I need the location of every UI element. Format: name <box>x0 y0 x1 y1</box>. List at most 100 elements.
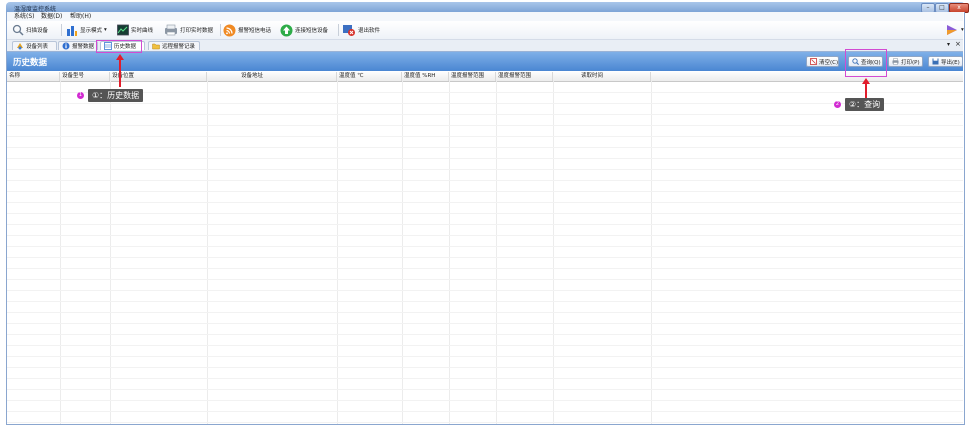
grid-row-line <box>7 147 963 148</box>
grid-row-line <box>7 367 963 368</box>
grid-row-line <box>7 334 963 335</box>
grid-row-line <box>7 235 963 236</box>
tab-dropdown-button[interactable]: ▾ <box>947 41 950 48</box>
menu-bar: 系统(S) 数据(D) 帮助(H) <box>7 12 963 21</box>
scan-device-button[interactable]: 扫描设备 <box>12 24 48 36</box>
grid-column-line <box>553 81 554 424</box>
grid-column-line <box>337 81 338 424</box>
grid-row-line <box>7 180 963 181</box>
toolbar-separator <box>220 24 221 36</box>
info-icon <box>62 42 70 50</box>
grid-column-line <box>496 81 497 424</box>
title-bar: 温湿度监控系统 – □ x <box>6 2 969 13</box>
chevron-down-icon: ▾ <box>961 27 964 33</box>
chevron-down-icon: ▾ <box>104 27 107 33</box>
menu-data[interactable]: 数据(D) <box>41 12 62 21</box>
tab-alarm-data[interactable]: 报警数据 <box>58 41 98 50</box>
grid-column-line <box>110 81 111 424</box>
grid-header-row: 名称 设备型号 设备位置 设备地址 温度值 ℃ 湿度值 %RH 温度报警范围 湿… <box>7 72 963 82</box>
grid-row-line <box>7 202 963 203</box>
tab-remote-alarm-log-label: 远程报警记录 <box>162 44 196 50</box>
panel-title: 历史数据 <box>13 58 48 68</box>
magnifier-icon <box>12 24 24 36</box>
connect-sms-label: 连接短信设备 <box>295 28 329 34</box>
grid-row-line <box>7 345 963 346</box>
tab-device-list-label: 设备列表 <box>26 44 49 50</box>
annotation-highlight-query-button <box>845 49 887 77</box>
printer-icon <box>892 58 899 65</box>
grid-row-line <box>7 213 963 214</box>
grid-row-line <box>7 114 963 115</box>
tab-close-button[interactable]: × <box>955 40 961 48</box>
menu-system[interactable]: 系统(S) <box>14 12 35 21</box>
clear-button-label: 清空(C) <box>819 59 839 66</box>
print-realtime-button[interactable]: 打印实时数据 <box>164 24 213 36</box>
history-data-grid[interactable]: 名称 设备型号 设备位置 设备地址 温度值 ℃ 湿度值 %RH 温度报警范围 湿… <box>7 72 963 424</box>
display-mode-label: 显示模式 <box>80 28 103 34</box>
grid-row-line <box>7 268 963 269</box>
grid-row-line <box>7 290 963 291</box>
grid-row-line <box>7 224 963 225</box>
annotation-label-query: ②：查询 <box>845 98 885 111</box>
column-header-name[interactable]: 名称 <box>7 72 60 81</box>
grid-row-line <box>7 356 963 357</box>
display-mode-dropdown[interactable]: 显示模式 ▾ <box>66 24 107 36</box>
menu-help[interactable]: 帮助(H) <box>70 12 91 21</box>
grid-row-line <box>7 136 963 137</box>
column-header-location[interactable]: 设备位置 <box>110 72 207 81</box>
export-button[interactable]: 导出(E) <box>928 56 963 67</box>
grid-row-line <box>7 103 963 104</box>
clear-button[interactable]: 清空(C) <box>806 56 839 67</box>
grid-row-line <box>7 158 963 159</box>
column-header-read-time[interactable]: 读取时间 <box>553 72 651 81</box>
scan-device-label: 扫描设备 <box>26 28 49 34</box>
grid-row-line <box>7 378 963 379</box>
grid-row-line <box>7 92 963 93</box>
grid-row-line <box>7 422 963 423</box>
play-app-icon <box>947 25 957 35</box>
panel-header: 历史数据 清空(C) 查询(Q) 打印(P) 导出(E) <box>7 52 963 71</box>
curve-monitor-icon <box>117 24 129 36</box>
connect-sms-button[interactable]: 连接短信设备 <box>280 24 328 36</box>
grid-row-line <box>7 411 963 412</box>
tab-alarm-data-label: 报警数据 <box>72 44 95 50</box>
tab-device-list[interactable]: 设备列表 <box>12 41 57 50</box>
device-list-icon <box>17 43 23 50</box>
grid-column-line <box>402 81 403 424</box>
grid-column-line <box>449 81 450 424</box>
toolbar: 扫描设备 显示模式 ▾ 实时曲线 打印实时数据 报警短信电话 连接短信设备 退出… <box>7 21 964 40</box>
annotation-arrow-line <box>119 59 121 87</box>
column-header-humidity-alarm-range[interactable]: 湿度报警范围 <box>496 72 553 81</box>
realtime-curve-button[interactable]: 实时曲线 <box>117 24 153 36</box>
toolbar-overflow-button[interactable]: ▾ <box>945 24 964 36</box>
grid-row-line <box>7 125 963 126</box>
grid-row-line <box>7 323 963 324</box>
column-header-humidity[interactable]: 湿度值 %RH <box>402 72 449 81</box>
grid-row-line <box>7 169 963 170</box>
print-button[interactable]: 打印(P) <box>888 56 923 67</box>
folder-icon <box>152 43 160 50</box>
print-realtime-label: 打印实时数据 <box>180 28 214 34</box>
bar-chart-icon <box>67 26 77 36</box>
document-tab-strip: 设备列表 报警数据 历史数据 远程报警记录 ▾ × <box>7 40 963 52</box>
annotation-label-history-data: ①：历史数据 <box>88 89 144 102</box>
export-button-label: 导出(E) <box>941 59 960 66</box>
grid-column-line <box>651 81 652 424</box>
grid-row-line <box>7 312 963 313</box>
alarm-sms-button[interactable]: 报警短信电话 <box>223 24 271 36</box>
annotation-arrow-line <box>865 83 867 99</box>
annotation-highlight-history-tab <box>96 40 142 53</box>
annotation-badge-2: 2 <box>834 101 841 108</box>
exit-software-label: 退出软件 <box>358 28 381 34</box>
column-header-model[interactable]: 设备型号 <box>60 72 110 81</box>
upload-arrow-icon <box>280 24 293 36</box>
rss-alarm-icon <box>223 24 236 36</box>
column-header-temp-alarm-range[interactable]: 温度报警范围 <box>449 72 496 81</box>
tab-remote-alarm-log[interactable]: 远程报警记录 <box>148 41 200 50</box>
print-button-label: 打印(P) <box>901 59 920 66</box>
exit-software-button[interactable]: 退出软件 <box>342 24 380 36</box>
column-header-address[interactable]: 设备地址 <box>207 72 337 81</box>
column-header-temperature[interactable]: 温度值 ℃ <box>337 72 402 81</box>
grid-row-line <box>7 389 963 390</box>
clear-table-icon <box>810 58 817 65</box>
